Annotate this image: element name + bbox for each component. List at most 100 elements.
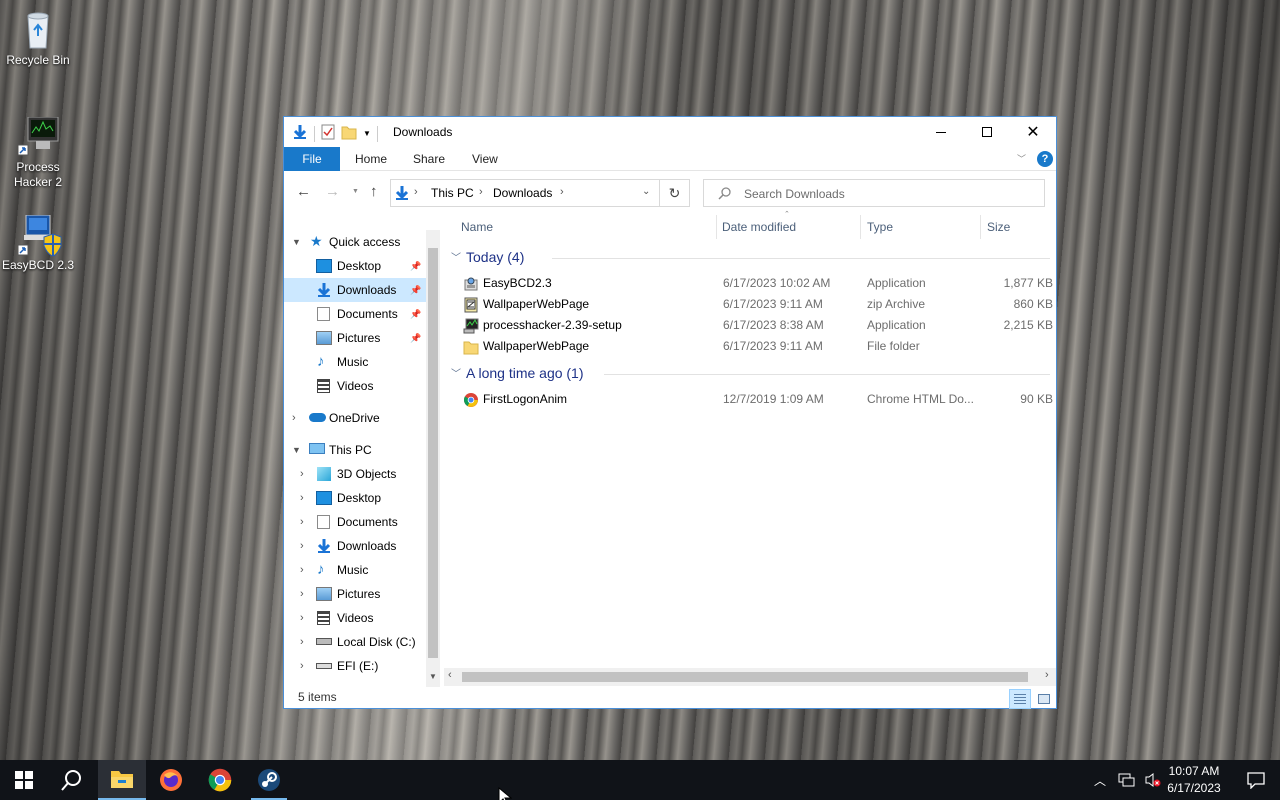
breadcrumb-separator-icon[interactable]: › — [414, 186, 418, 198]
nav-item-videos[interactable]: Videos — [284, 374, 426, 398]
desktop-icon-easybcd[interactable]: EasyBCD 2.3 — [0, 214, 76, 273]
collapse-chevron-icon[interactable]: ▼ — [292, 230, 301, 254]
file-row[interactable]: FirstLogonAnim 12/7/2019 1:09 AM Chrome … — [454, 389, 1054, 410]
group-collapse-chevron-icon[interactable]: ﹀ — [451, 249, 461, 264]
expand-chevron-icon[interactable]: › — [300, 486, 304, 510]
file-row[interactable]: processhacker-2.39-setup 6/17/2023 8:38 … — [454, 315, 1054, 336]
nav-item-downloads[interactable]: Downloads 📌 — [284, 278, 426, 302]
expand-chevron-icon[interactable]: › — [300, 510, 304, 534]
customize-toolbar-chevron-icon[interactable]: ▼ — [363, 129, 371, 138]
scroll-right-arrow-icon[interactable]: › — [1045, 669, 1049, 681]
system-clock[interactable]: 10:07 AM 6/17/2023 — [1160, 763, 1228, 797]
expand-chevron-icon[interactable]: › — [300, 582, 304, 606]
expand-chevron-icon[interactable]: › — [300, 630, 304, 654]
nav-item-3d-objects[interactable]: › 3D Objects — [284, 462, 426, 486]
network-icon[interactable] — [1118, 772, 1136, 788]
scrollbar-thumb[interactable] — [428, 248, 438, 658]
group-collapse-chevron-icon[interactable]: ﹀ — [451, 365, 461, 380]
nav-item-efi[interactable]: › EFI (E:) — [284, 654, 426, 678]
expand-chevron-icon[interactable]: › — [300, 558, 304, 582]
file-row[interactable]: WallpaperWebPage 6/17/2023 9:11 AM zip A… — [454, 294, 1054, 315]
maximize-button[interactable] — [964, 117, 1010, 147]
nav-item-desktop[interactable]: Desktop 📌 — [284, 254, 426, 278]
nav-quick-access[interactable]: ▼ ★ Quick access — [284, 230, 426, 254]
pin-icon[interactable]: 📌 — [410, 302, 421, 326]
group-header-long-ago[interactable]: A long time ago (1) — [466, 363, 584, 383]
nav-item-music[interactable]: ♪ Music — [284, 350, 426, 374]
file-row[interactable]: WallpaperWebPage 6/17/2023 9:11 AM File … — [454, 336, 1054, 357]
nav-item-pc-downloads[interactable]: › Downloads — [284, 534, 426, 558]
desktop-icon-process-hacker[interactable]: Process Hacker 2 — [0, 116, 76, 190]
nav-item-local-disk[interactable]: › Local Disk (C:) — [284, 630, 426, 654]
column-header-type[interactable]: Type — [867, 215, 893, 239]
expand-chevron-icon[interactable]: › — [292, 406, 296, 430]
nav-onedrive[interactable]: › OneDrive — [284, 406, 426, 430]
expand-chevron-icon[interactable]: › — [300, 654, 304, 678]
group-header-today[interactable]: Today (4) — [466, 247, 524, 267]
show-hidden-icons-chevron-icon[interactable]: ︿ — [1094, 772, 1106, 789]
nav-this-pc[interactable]: ▼ This PC — [284, 438, 426, 462]
nav-item-pictures[interactable]: Pictures 📌 — [284, 326, 426, 350]
address-bar[interactable]: › This PC › Downloads › ⌄ — [390, 179, 660, 207]
search-box[interactable]: Search Downloads — [703, 179, 1045, 207]
address-dropdown-chevron-icon[interactable]: ⌄ — [642, 186, 650, 197]
column-header-size[interactable]: Size — [987, 215, 1010, 239]
title-bar[interactable]: ▼ Downloads ✕ — [284, 117, 1056, 147]
desktop-icon-recycle-bin[interactable]: Recycle Bin — [0, 10, 76, 68]
nav-item-pc-desktop[interactable]: › Desktop — [284, 486, 426, 510]
expand-chevron-icon[interactable]: › — [300, 606, 304, 630]
folder-icon — [463, 339, 479, 362]
ribbon-expand-chevron-icon[interactable]: ﹀ — [1017, 152, 1026, 165]
nav-item-pc-videos[interactable]: › Videos — [284, 606, 426, 630]
back-arrow-icon[interactable]: ← — [296, 183, 311, 200]
column-divider[interactable] — [860, 215, 861, 239]
forward-arrow-icon[interactable]: → — [325, 183, 340, 200]
file-row[interactable]: EasyBCD2.3 6/17/2023 10:02 AM Applicatio… — [454, 273, 1054, 294]
nav-vertical-scrollbar[interactable]: ▼ — [426, 230, 440, 687]
tab-file[interactable]: File — [284, 147, 340, 171]
action-center-button[interactable] — [1232, 760, 1280, 800]
tab-view[interactable]: View — [472, 147, 498, 171]
column-header-name[interactable]: Name — [461, 215, 493, 239]
breadcrumb-separator-icon[interactable]: › — [560, 186, 564, 198]
nav-item-pc-documents[interactable]: › Documents — [284, 510, 426, 534]
start-button[interactable] — [0, 760, 48, 800]
pin-icon[interactable]: 📌 — [410, 254, 421, 278]
details-view-button[interactable] — [1009, 689, 1031, 709]
scroll-down-arrow-icon[interactable]: ▼ — [429, 672, 437, 681]
help-icon[interactable]: ? — [1037, 151, 1053, 167]
column-header-date-modified[interactable]: Date modified — [722, 215, 796, 239]
properties-icon[interactable] — [321, 124, 335, 143]
new-folder-icon[interactable] — [341, 124, 357, 143]
nav-item-pc-music[interactable]: › ♪ Music — [284, 558, 426, 582]
breadcrumb-downloads[interactable]: Downloads — [493, 186, 552, 200]
tab-home[interactable]: Home — [355, 147, 387, 171]
breadcrumb-this-pc[interactable]: This PC — [431, 186, 474, 200]
column-divider[interactable] — [716, 215, 717, 239]
search-input[interactable]: Search Downloads — [744, 187, 845, 201]
taskbar-firefox[interactable] — [147, 760, 195, 800]
expand-chevron-icon[interactable]: › — [300, 462, 304, 486]
nav-item-documents[interactable]: Documents 📌 — [284, 302, 426, 326]
minimize-button[interactable] — [918, 117, 964, 147]
scroll-left-arrow-icon[interactable]: ‹ — [448, 669, 452, 681]
nav-item-pc-pictures[interactable]: › Pictures — [284, 582, 426, 606]
scrollbar-thumb[interactable] — [462, 672, 1028, 682]
collapse-chevron-icon[interactable]: ▼ — [292, 438, 301, 462]
refresh-button[interactable]: ↻ — [660, 179, 690, 207]
column-divider[interactable] — [980, 215, 981, 239]
taskbar-steam[interactable] — [245, 760, 293, 800]
up-arrow-icon[interactable]: ↑ — [370, 183, 378, 200]
expand-chevron-icon[interactable]: › — [300, 534, 304, 558]
taskbar-file-explorer[interactable] — [98, 760, 146, 800]
breadcrumb-separator-icon[interactable]: › — [479, 186, 483, 198]
large-icons-view-button[interactable] — [1034, 689, 1054, 709]
tab-share[interactable]: Share — [413, 147, 445, 171]
pin-icon[interactable]: 📌 — [410, 278, 421, 302]
close-button[interactable]: ✕ — [1010, 117, 1056, 147]
horizontal-scrollbar[interactable]: ‹ › — [444, 668, 1056, 686]
search-button[interactable] — [48, 760, 96, 800]
taskbar-chrome[interactable] — [196, 760, 244, 800]
recent-locations-chevron-icon[interactable]: ▼ — [352, 188, 359, 195]
pin-icon[interactable]: 📌 — [410, 326, 421, 350]
